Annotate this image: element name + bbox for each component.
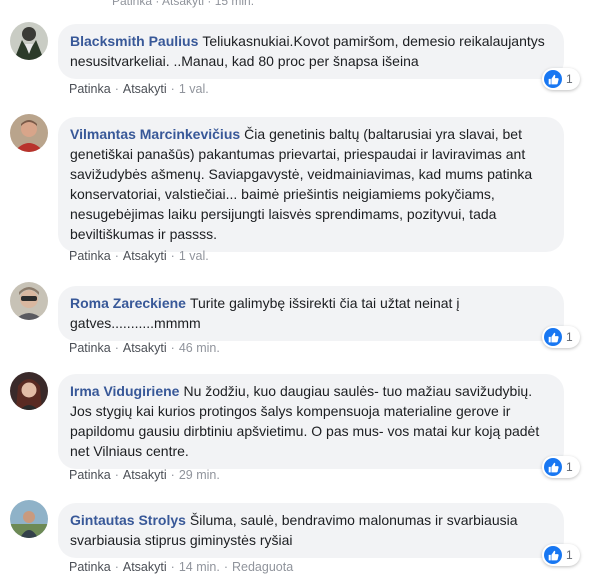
reaction-count[interactable]: 1 (542, 544, 580, 566)
reaction-count[interactable]: 1 (542, 456, 580, 478)
reaction-count[interactable]: 1 (542, 326, 580, 348)
comment-author[interactable]: Blacksmith Paulius (70, 33, 198, 49)
reply-link[interactable]: Atsakyti (123, 82, 167, 96)
timestamp[interactable]: 29 min. (179, 468, 220, 482)
comment-actions: Patinka · Atsakyti · 46 min. (69, 341, 220, 355)
reply-link[interactable]: Atsakyti (123, 468, 167, 482)
reply-link[interactable]: Atsakyti (123, 560, 167, 574)
like-icon (544, 458, 562, 476)
previous-comment-actions: Patinka · Atsakyti · 15 min. (112, 0, 255, 8)
like-link[interactable]: Patinka (69, 341, 111, 355)
comment-bubble: Gintautas Strolys Šiluma, saulė, bendravi… (58, 503, 564, 558)
reaction-count[interactable]: 1 (542, 68, 580, 90)
comment-bubble: Blacksmith Paulius Teliukasnukiai.Kovot p… (58, 24, 564, 79)
comment-actions: Patinka · Atsakyti · 1 val. (69, 249, 209, 263)
like-icon (544, 546, 562, 564)
timestamp[interactable]: 14 min. (179, 560, 220, 574)
like-link[interactable]: Patinka (69, 468, 111, 482)
like-icon (544, 328, 562, 346)
comment-bubble: Vilmantas Marcinkevičius Čia genetinis ba… (58, 117, 564, 252)
avatar[interactable] (10, 282, 48, 320)
timestamp[interactable]: 46 min. (179, 341, 220, 355)
like-link[interactable]: Patinka (69, 82, 111, 96)
comment-author[interactable]: Vilmantas Marcinkevičius (70, 126, 240, 142)
timestamp[interactable]: 1 val. (179, 82, 209, 96)
timestamp[interactable]: 1 val. (179, 249, 209, 263)
reply-link[interactable]: Atsakyti (123, 341, 167, 355)
comment-actions: Patinka · Atsakyti · 1 val. (69, 82, 209, 96)
comment-author[interactable]: Gintautas Strolys (70, 512, 186, 528)
avatar[interactable] (10, 114, 48, 152)
avatar[interactable] (10, 22, 48, 60)
comment-actions: Patinka · Atsakyti · 14 min. · Redaguota (69, 560, 294, 574)
avatar[interactable] (10, 372, 48, 410)
comment-author[interactable]: Irma Vidugiriene (70, 383, 179, 399)
comment-actions: Patinka · Atsakyti · 29 min. (69, 468, 220, 482)
like-link[interactable]: Patinka (69, 249, 111, 263)
edited-label[interactable]: Redaguota (232, 560, 293, 574)
like-link[interactable]: Patinka (69, 560, 111, 574)
comment-bubble: Roma Zareckiene Turite galimybę išsirekti… (58, 286, 564, 341)
comment-bubble: Irma Vidugiriene Nu žodžiu, kuo daugiau s… (58, 374, 564, 469)
avatar[interactable] (10, 500, 48, 538)
comment-author[interactable]: Roma Zareckiene (70, 295, 186, 311)
comment-text: Čia genetinis baltų (baltarusiai yra sla… (70, 126, 533, 242)
reply-link[interactable]: Atsakyti (123, 249, 167, 263)
like-icon (544, 70, 562, 88)
